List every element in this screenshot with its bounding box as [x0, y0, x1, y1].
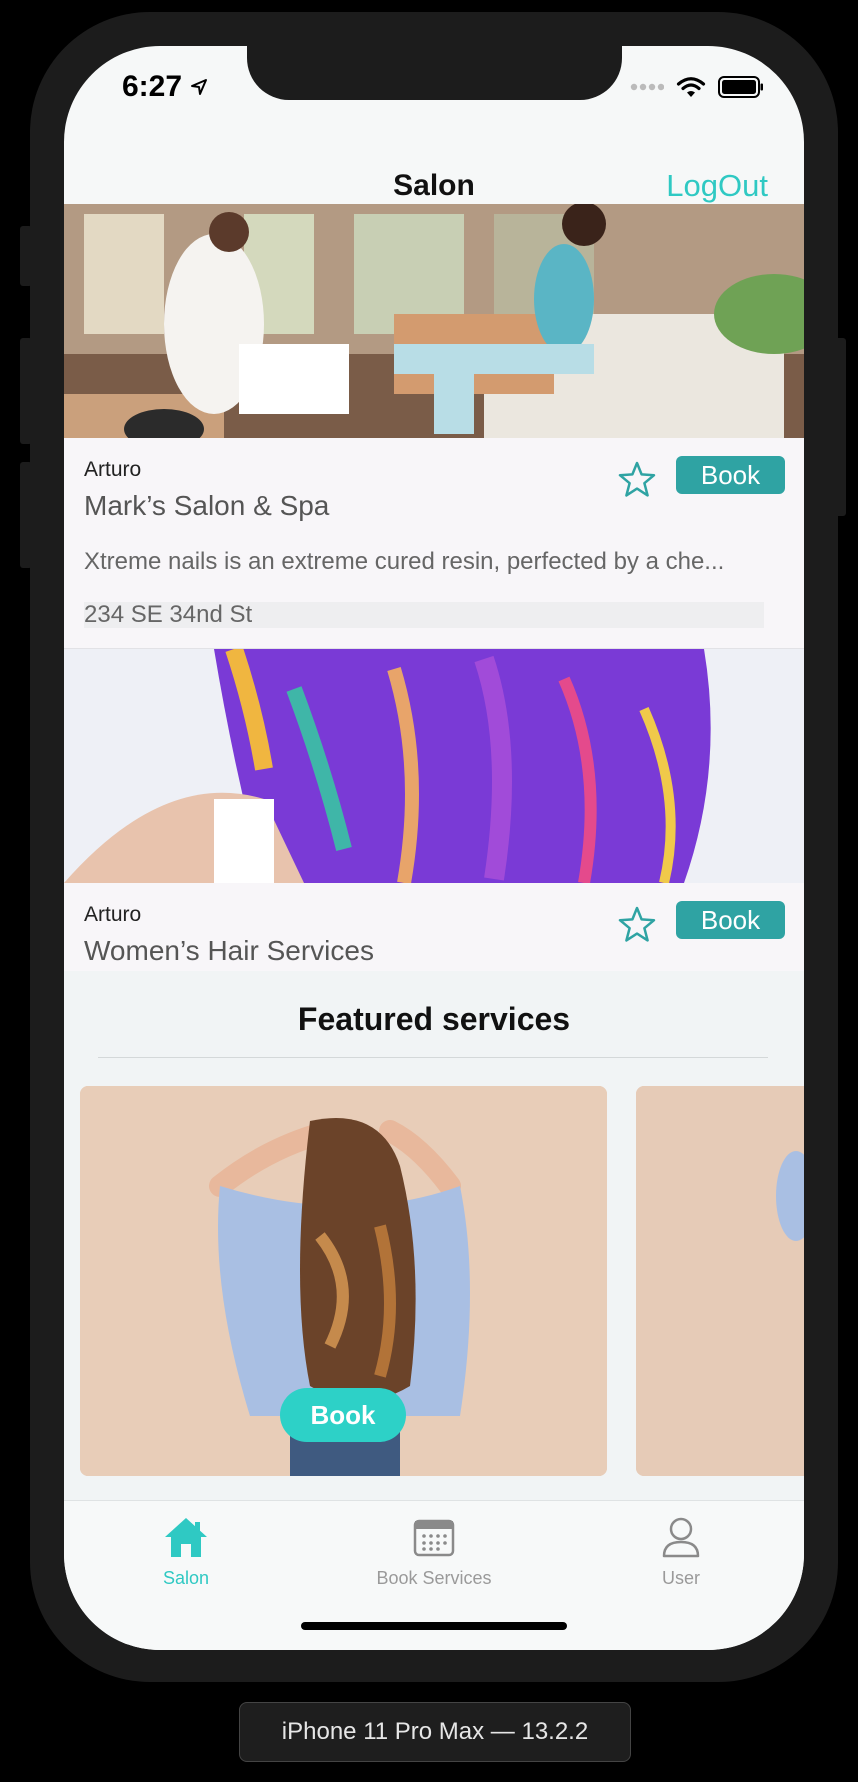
device-label: iPhone 11 Pro Max — 13.2.2	[239, 1702, 631, 1762]
featured-services-section: Featured services Book	[64, 971, 804, 1501]
tab-label: Book Services	[376, 1568, 492, 1588]
wifi-icon	[676, 77, 706, 97]
status-time: 6:27	[122, 70, 208, 104]
battery-icon	[718, 76, 763, 98]
salon-info: Arturo Mark’s Salon & Spa Book Xtreme na…	[64, 438, 804, 648]
salon-address: 234 SE 34nd St	[84, 602, 764, 628]
home-indicator[interactable]	[301, 1622, 567, 1630]
salon-name: Women’s Hair Services	[84, 935, 374, 966]
salon-description: Xtreme nails is an extreme cured resin, …	[84, 548, 725, 575]
tab-label: Salon	[162, 1568, 210, 1588]
featured-title: Featured services	[297, 1001, 571, 1037]
featured-service-card[interactable]: Book	[80, 1086, 607, 1476]
status-time-text: 6:27	[122, 70, 183, 103]
salon-name: Mark’s Salon & Spa	[84, 490, 330, 521]
status-indicators	[630, 76, 764, 98]
tab-label: User	[661, 1568, 700, 1588]
service-photo-partial	[636, 1086, 804, 1476]
salon-card[interactable]: Arturo Mark’s Salon & Spa Book Xtreme na…	[64, 204, 804, 648]
user-icon	[662, 1517, 700, 1558]
salon-photo-pedicure	[64, 204, 804, 438]
home-icon	[165, 1518, 207, 1557]
app-screen: 6:27 Salon LogOut Arturo Mark’s Salon & …	[64, 46, 804, 1650]
divider	[98, 1057, 768, 1058]
notch	[247, 46, 622, 100]
book-button[interactable]: Book	[676, 901, 785, 939]
salon-photo-hair	[64, 649, 804, 883]
featured-service-card[interactable]	[636, 1086, 804, 1476]
tab-book-services[interactable]: Book Services	[334, 1515, 534, 1589]
salon-list[interactable]: Arturo Mark’s Salon & Spa Book Xtreme na…	[64, 204, 804, 1093]
calendar-icon	[413, 1519, 455, 1557]
tab-salon[interactable]: Salon	[86, 1515, 286, 1589]
favorite-star-icon[interactable]	[617, 460, 657, 500]
location-arrow-icon	[191, 79, 208, 95]
signal-dots-icon	[630, 83, 664, 91]
salon-owner: Arturo	[84, 903, 142, 926]
tab-user[interactable]: User	[581, 1515, 781, 1589]
book-button[interactable]: Book	[676, 456, 785, 494]
favorite-star-icon[interactable]	[617, 905, 657, 945]
featured-book-button[interactable]: Book	[280, 1388, 406, 1442]
salon-owner: Arturo	[84, 458, 142, 481]
